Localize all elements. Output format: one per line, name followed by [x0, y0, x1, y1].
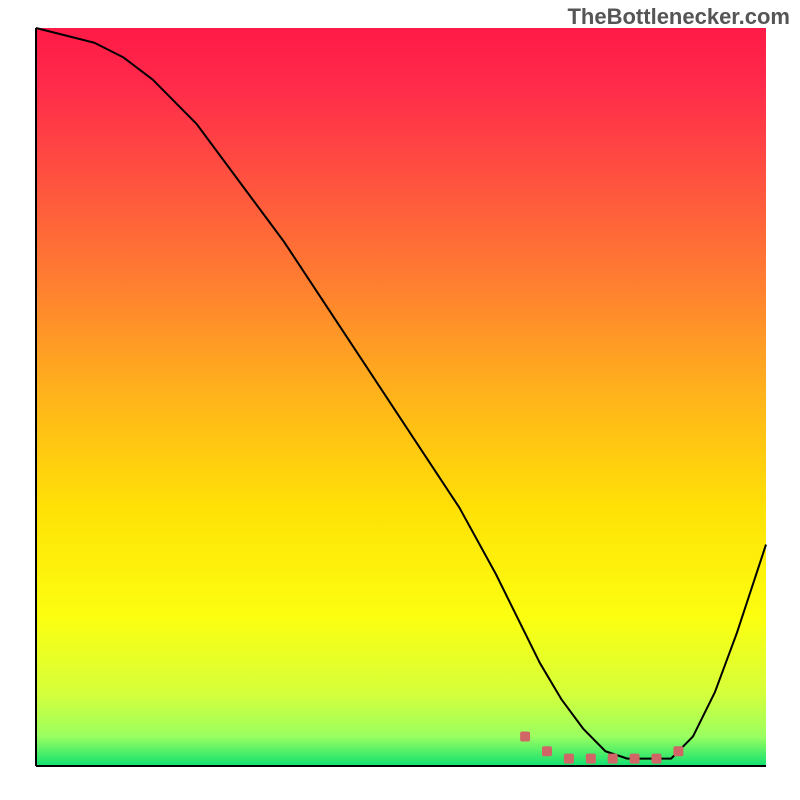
chart-container: TheBottlenecker.com — [0, 0, 800, 800]
dot-marker — [608, 754, 618, 764]
plot-background — [36, 28, 766, 766]
bottleneck-chart — [0, 0, 800, 800]
dot-marker — [652, 754, 662, 764]
dot-marker — [673, 746, 683, 756]
dot-marker — [586, 754, 596, 764]
dot-marker — [564, 754, 574, 764]
dot-marker — [542, 746, 552, 756]
dot-marker — [520, 731, 530, 741]
dot-marker — [630, 754, 640, 764]
watermark-label: TheBottlenecker.com — [567, 4, 790, 30]
